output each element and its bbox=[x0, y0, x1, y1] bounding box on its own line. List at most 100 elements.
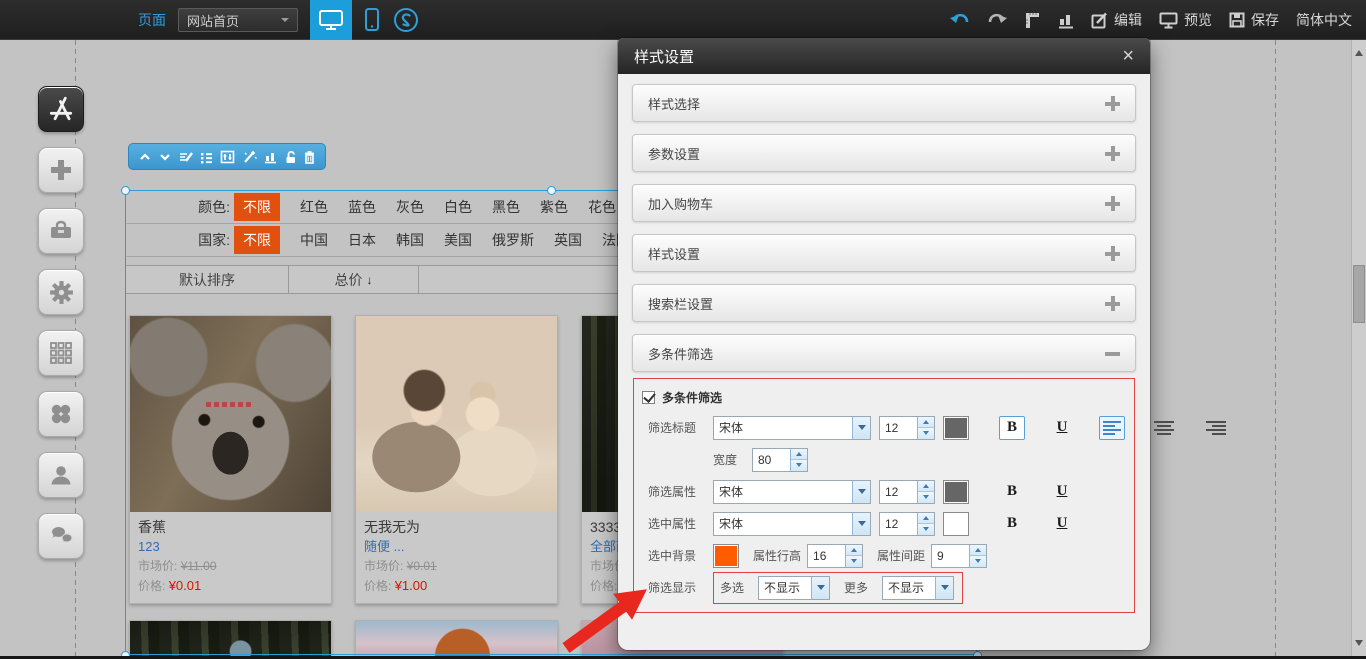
bold-button[interactable]: B bbox=[999, 512, 1025, 536]
window-scrollbar[interactable] bbox=[1351, 40, 1366, 656]
selection-handle-top-middle[interactable] bbox=[547, 186, 556, 195]
font-select[interactable]: 宋体 bbox=[713, 512, 871, 536]
phone-icon bbox=[364, 8, 380, 32]
page-select[interactable]: 网站首页 bbox=[178, 8, 298, 32]
multi-select-dropdown[interactable]: 不显示 bbox=[758, 576, 830, 600]
link-button[interactable] bbox=[392, 6, 420, 34]
redo-button[interactable] bbox=[987, 12, 1007, 28]
mobile-view-button[interactable] bbox=[364, 8, 380, 32]
font-size-stepper[interactable]: 12 bbox=[879, 512, 935, 536]
accordion-section-collapsed[interactable]: 搜索栏设置 bbox=[632, 284, 1136, 322]
plus-icon bbox=[1105, 246, 1120, 261]
minus-icon bbox=[1105, 346, 1120, 361]
font-size-stepper[interactable]: 12 bbox=[879, 480, 935, 504]
close-icon[interactable]: × bbox=[1122, 46, 1134, 66]
align-center-button[interactable] bbox=[1151, 416, 1177, 440]
lock-button[interactable] bbox=[284, 150, 297, 164]
sidebar-item-settings[interactable] bbox=[38, 269, 84, 315]
edit-content-button[interactable] bbox=[178, 150, 193, 164]
scroll-up-icon[interactable] bbox=[1355, 46, 1363, 56]
ruler-button[interactable] bbox=[1024, 11, 1041, 29]
spin-up-icon[interactable] bbox=[970, 545, 986, 557]
spin-up-icon[interactable] bbox=[846, 545, 862, 557]
chevron-down-icon bbox=[811, 577, 829, 599]
filter-display-row: 筛选显示 多选 不显示 更多 不显示 bbox=[648, 575, 1122, 600]
width-stepper[interactable]: 80 bbox=[752, 448, 808, 472]
scrollbar-thumb[interactable] bbox=[1353, 265, 1365, 323]
sidebar-item-design-tools[interactable] bbox=[38, 86, 84, 132]
chevron-down-icon bbox=[935, 577, 953, 599]
sidebar-item-wechat[interactable] bbox=[38, 513, 84, 559]
plus-icon bbox=[1105, 196, 1120, 211]
spin-down-icon[interactable] bbox=[918, 428, 934, 439]
move-down-button[interactable] bbox=[158, 150, 172, 164]
underline-button[interactable]: U bbox=[1049, 416, 1075, 440]
list-settings-button[interactable] bbox=[199, 150, 214, 164]
chevron-down-icon bbox=[852, 513, 870, 535]
accordion-section-collapsed[interactable]: 参数设置 bbox=[632, 134, 1136, 172]
save-icon bbox=[1229, 12, 1245, 28]
move-up-button[interactable] bbox=[138, 150, 152, 164]
panel-header[interactable]: 样式设置 × bbox=[618, 38, 1150, 74]
font-color-swatch[interactable] bbox=[943, 416, 969, 440]
plus-icon bbox=[1105, 296, 1120, 311]
underline-button[interactable]: U bbox=[1049, 512, 1075, 536]
accordion-section-collapsed[interactable]: 加入购物车 bbox=[632, 184, 1136, 222]
edit-button[interactable]: 编辑 bbox=[1091, 10, 1142, 30]
enable-filter-checkbox[interactable] bbox=[642, 391, 655, 404]
spin-down-icon[interactable] bbox=[970, 556, 986, 567]
save-button[interactable]: 保存 bbox=[1229, 10, 1279, 30]
sidebar-item-toolbox[interactable] bbox=[38, 208, 84, 254]
bold-button[interactable]: B bbox=[999, 416, 1025, 440]
bold-button[interactable]: B bbox=[999, 480, 1025, 504]
sidebar-item-member[interactable] bbox=[38, 452, 84, 498]
accordion-section-collapsed[interactable]: 样式设置 bbox=[632, 234, 1136, 272]
stats-button[interactable] bbox=[1058, 12, 1074, 29]
spin-down-icon[interactable] bbox=[846, 556, 862, 567]
sidebar-item-add-module[interactable] bbox=[38, 147, 84, 193]
font-color-swatch[interactable] bbox=[943, 512, 969, 536]
top-toolbar: 页面 网站首页 编辑 bbox=[0, 0, 1366, 40]
plus-icon bbox=[48, 157, 74, 183]
font-select[interactable]: 宋体 bbox=[713, 416, 871, 440]
spin-up-icon[interactable] bbox=[791, 449, 807, 461]
scroll-down-icon[interactable] bbox=[1355, 640, 1363, 650]
spin-down-icon[interactable] bbox=[791, 460, 807, 471]
delete-button[interactable] bbox=[303, 150, 316, 164]
spin-down-icon[interactable] bbox=[918, 524, 934, 535]
undo-button[interactable] bbox=[950, 12, 970, 28]
spin-up-icon[interactable] bbox=[918, 417, 934, 429]
preview-button[interactable]: 预览 bbox=[1159, 10, 1212, 30]
align-right-button[interactable] bbox=[1203, 416, 1229, 440]
stats-column-button[interactable] bbox=[263, 150, 278, 164]
bg-color-swatch[interactable] bbox=[713, 544, 739, 568]
spin-up-icon[interactable] bbox=[918, 513, 934, 525]
font-color-swatch[interactable] bbox=[943, 480, 969, 504]
desktop-view-button[interactable] bbox=[310, 0, 352, 40]
accordion-section-expanded[interactable]: 多条件筛选 bbox=[632, 334, 1136, 372]
filter-settings-button[interactable] bbox=[220, 150, 235, 164]
chevron-down-icon bbox=[281, 18, 289, 26]
multi-filter-settings: 多条件筛选 筛选标题 宋体 12 B U bbox=[633, 378, 1135, 613]
accordion-section-collapsed[interactable]: 样式选择 bbox=[632, 84, 1136, 122]
chevron-down-icon bbox=[852, 417, 870, 439]
spin-up-icon[interactable] bbox=[918, 481, 934, 493]
magic-wand-button[interactable] bbox=[242, 150, 257, 164]
sidebar-item-modules-grid[interactable] bbox=[38, 330, 84, 376]
sidebar-item-components[interactable] bbox=[38, 391, 84, 437]
link-icon bbox=[392, 6, 420, 34]
selection-handle-top-left[interactable] bbox=[121, 186, 130, 195]
font-select[interactable]: 宋体 bbox=[713, 480, 871, 504]
more-select-dropdown[interactable]: 不显示 bbox=[882, 576, 954, 600]
edit-label: 编辑 bbox=[1114, 10, 1142, 30]
line-height-stepper[interactable]: 16 bbox=[807, 544, 863, 568]
spacing-stepper[interactable]: 9 bbox=[931, 544, 987, 568]
toolbox-icon bbox=[48, 218, 74, 244]
font-size-stepper[interactable]: 12 bbox=[879, 416, 935, 440]
underline-button[interactable]: U bbox=[1049, 480, 1075, 504]
accordion-label: 参数设置 bbox=[648, 144, 700, 163]
align-left-button[interactable] bbox=[1099, 416, 1125, 440]
language-switch[interactable]: 简体中文 bbox=[1296, 10, 1352, 30]
spin-down-icon[interactable] bbox=[918, 492, 934, 503]
accordion-label: 加入购物车 bbox=[648, 194, 713, 213]
